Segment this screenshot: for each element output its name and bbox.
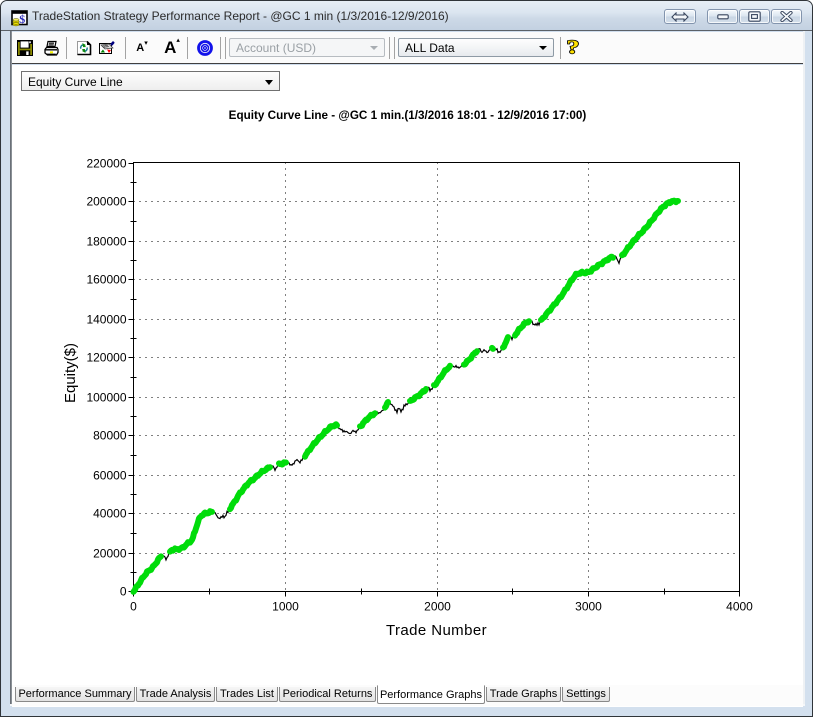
- svg-text:120000: 120000: [86, 351, 126, 365]
- svg-text:140000: 140000: [86, 313, 126, 327]
- svg-text:Trade Number: Trade Number: [386, 622, 487, 639]
- svg-text:3000: 3000: [575, 600, 602, 614]
- svg-text:0: 0: [130, 600, 137, 614]
- svg-text:20000: 20000: [93, 547, 127, 561]
- svg-text:180000: 180000: [86, 235, 126, 249]
- svg-text:2000: 2000: [424, 600, 451, 614]
- svg-text:60000: 60000: [93, 469, 127, 483]
- svg-text:4000: 4000: [726, 600, 753, 614]
- svg-text:220000: 220000: [86, 157, 126, 171]
- svg-text:1000: 1000: [272, 600, 299, 614]
- svg-text:200000: 200000: [86, 195, 126, 209]
- svg-text:0: 0: [120, 585, 127, 599]
- svg-text:160000: 160000: [86, 273, 126, 287]
- svg-text:80000: 80000: [93, 429, 127, 443]
- svg-text:100000: 100000: [86, 391, 126, 405]
- svg-text:40000: 40000: [93, 507, 127, 521]
- svg-text:Equity($): Equity($): [62, 343, 79, 403]
